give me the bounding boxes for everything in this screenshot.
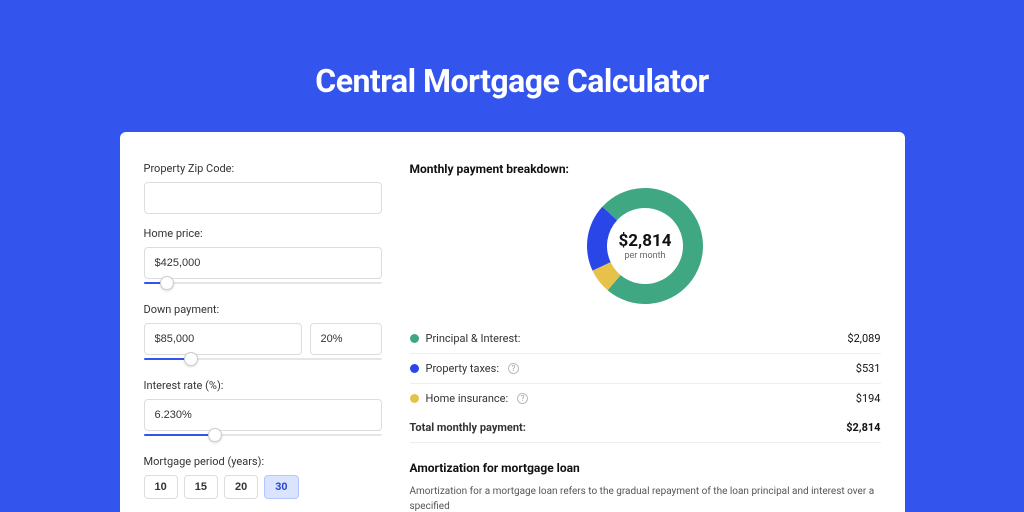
down-payment-input[interactable] xyxy=(144,323,302,355)
legend-row: Principal & Interest: $2,089 xyxy=(410,324,881,354)
donut-chart: $2,814 per month xyxy=(585,186,705,306)
page-title: Central Mortgage Calculator xyxy=(0,0,1024,100)
legend-dot xyxy=(410,394,419,403)
slider-thumb[interactable] xyxy=(184,352,198,366)
slider-fill xyxy=(144,434,215,436)
legend-dot xyxy=(410,364,419,373)
interest-rate-label: Interest rate (%): xyxy=(144,379,382,392)
period-option-30[interactable]: 30 xyxy=(264,475,298,499)
legend-dot xyxy=(410,334,419,343)
period-options: 10152030 xyxy=(144,475,382,499)
period-option-10[interactable]: 10 xyxy=(144,475,178,499)
legend-row: Home insurance:? $194 xyxy=(410,384,881,413)
home-price-label: Home price: xyxy=(144,227,382,240)
period-group: Mortgage period (years): 10152030 xyxy=(144,455,382,499)
slider-thumb[interactable] xyxy=(208,428,222,442)
legend-left: Property taxes:? xyxy=(410,362,519,375)
inputs-column: Property Zip Code: Home price: Down paym… xyxy=(144,162,382,512)
period-option-15[interactable]: 15 xyxy=(184,475,218,499)
legend-value: $194 xyxy=(856,392,881,405)
home-price-input[interactable] xyxy=(144,247,382,279)
legend-total-label: Total monthly payment: xyxy=(410,421,526,434)
legend-row: Property taxes:? $531 xyxy=(410,354,881,384)
zip-input[interactable] xyxy=(144,182,382,214)
down-payment-percent-input[interactable] xyxy=(310,323,382,355)
period-option-20[interactable]: 20 xyxy=(224,475,258,499)
legend-label: Property taxes: xyxy=(426,362,499,375)
interest-rate-group: Interest rate (%): xyxy=(144,379,382,442)
legend-label: Principal & Interest: xyxy=(426,332,521,345)
legend-total-value: $2,814 xyxy=(846,421,880,434)
home-price-slider[interactable] xyxy=(144,276,382,290)
help-icon[interactable]: ? xyxy=(508,363,519,374)
legend: Principal & Interest: $2,089 Property taxe… xyxy=(410,324,881,413)
legend-value: $531 xyxy=(856,362,881,375)
home-price-group: Home price: xyxy=(144,227,382,290)
help-icon[interactable]: ? xyxy=(517,393,528,404)
breakdown-heading: Monthly payment breakdown: xyxy=(410,162,881,176)
interest-rate-slider[interactable] xyxy=(144,428,382,442)
breakdown-column: Monthly payment breakdown: $2,814 per mo… xyxy=(410,162,881,512)
down-payment-group: Down payment: xyxy=(144,303,382,366)
legend-left: Principal & Interest: xyxy=(410,332,521,345)
period-label: Mortgage period (years): xyxy=(144,455,382,468)
slider-thumb[interactable] xyxy=(160,276,174,290)
down-payment-slider[interactable] xyxy=(144,352,382,366)
legend-value: $2,089 xyxy=(847,332,880,345)
zip-group: Property Zip Code: xyxy=(144,162,382,214)
donut-center-caption: per month xyxy=(624,251,665,261)
down-payment-label: Down payment: xyxy=(144,303,382,316)
donut-chart-wrap: $2,814 per month xyxy=(410,186,881,306)
donut-center: $2,814 per month xyxy=(585,186,705,306)
calculator-panel: Property Zip Code: Home price: Down paym… xyxy=(120,132,905,512)
amortization-heading: Amortization for mortgage loan xyxy=(410,461,881,475)
amortization-body: Amortization for a mortgage loan refers … xyxy=(410,485,881,512)
legend-label: Home insurance: xyxy=(426,392,509,405)
slider-track xyxy=(144,282,382,284)
zip-label: Property Zip Code: xyxy=(144,162,382,175)
donut-center-value: $2,814 xyxy=(619,231,672,251)
legend-left: Home insurance:? xyxy=(410,392,529,405)
legend-total-row: Total monthly payment: $2,814 xyxy=(410,413,881,443)
interest-rate-input[interactable] xyxy=(144,399,382,431)
